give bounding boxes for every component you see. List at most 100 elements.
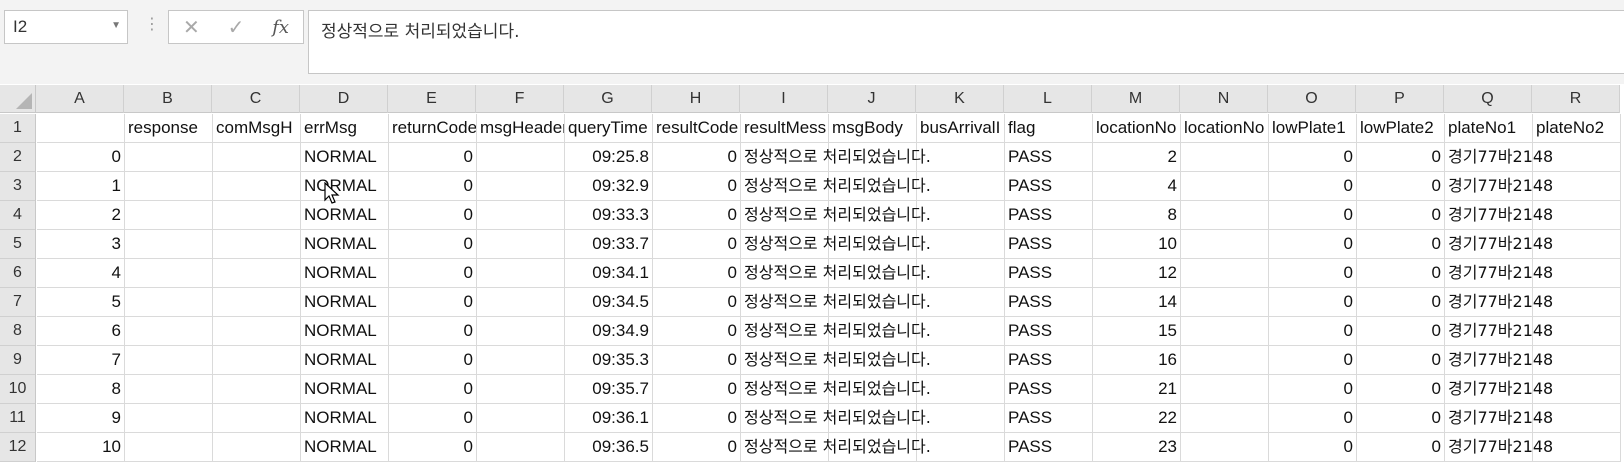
cell-d12[interactable]: NORMAL — [301, 433, 389, 462]
cell-f7[interactable] — [477, 288, 565, 317]
cell-b3[interactable] — [125, 172, 213, 201]
cell-a3[interactable]: 1 — [37, 172, 125, 201]
header-cell[interactable]: queryTime — [565, 114, 653, 143]
cell-d2[interactable]: NORMAL — [301, 143, 389, 172]
cell-e12[interactable]: 0 — [389, 433, 477, 462]
cell-c8[interactable] — [213, 317, 301, 346]
cell-q5[interactable]: 경기77바2148 — [1445, 230, 1553, 259]
cell-f2[interactable] — [477, 143, 565, 172]
cell-p12[interactable]: 0 — [1357, 433, 1445, 462]
cell-p2[interactable]: 0 — [1357, 143, 1445, 172]
header-cell[interactable] — [37, 114, 125, 143]
cell-c5[interactable] — [213, 230, 301, 259]
cell-d8[interactable]: NORMAL — [301, 317, 389, 346]
cell-l3[interactable]: PASS — [1005, 172, 1093, 201]
cell-m6[interactable]: 12 — [1093, 259, 1181, 288]
cell-l11[interactable]: PASS — [1005, 404, 1093, 433]
cell-g10[interactable]: 09:35.7 — [565, 375, 653, 404]
cell-f6[interactable] — [477, 259, 565, 288]
cell-l7[interactable]: PASS — [1005, 288, 1093, 317]
cell-c10[interactable] — [213, 375, 301, 404]
column-header-d[interactable]: D — [300, 85, 388, 113]
cell-l5[interactable]: PASS — [1005, 230, 1093, 259]
cell-f11[interactable] — [477, 404, 565, 433]
cell-e2[interactable]: 0 — [389, 143, 477, 172]
cell-o5[interactable]: 0 — [1269, 230, 1357, 259]
cell-e4[interactable]: 0 — [389, 201, 477, 230]
cell-p6[interactable]: 0 — [1357, 259, 1445, 288]
cell-n4[interactable] — [1181, 201, 1269, 230]
cell-h11[interactable]: 0 — [653, 404, 741, 433]
cell-q8[interactable]: 경기77바2148 — [1445, 317, 1553, 346]
cell-n12[interactable] — [1181, 433, 1269, 462]
more-options-icon[interactable]: ⋮ — [144, 14, 160, 34]
cell-i6[interactable]: 정상적으로 처리되었습니다. — [741, 259, 931, 288]
cell-b7[interactable] — [125, 288, 213, 317]
cell-n3[interactable] — [1181, 172, 1269, 201]
cell-p7[interactable]: 0 — [1357, 288, 1445, 317]
cell-g5[interactable]: 09:33.7 — [565, 230, 653, 259]
column-header-f[interactable]: F — [476, 85, 564, 113]
cell-l9[interactable]: PASS — [1005, 346, 1093, 375]
cell-f9[interactable] — [477, 346, 565, 375]
header-cell[interactable]: errMsg — [301, 114, 389, 143]
cell-h7[interactable]: 0 — [653, 288, 741, 317]
cell-p9[interactable]: 0 — [1357, 346, 1445, 375]
cell-o10[interactable]: 0 — [1269, 375, 1357, 404]
cell-g11[interactable]: 09:36.1 — [565, 404, 653, 433]
cell-i8[interactable]: 정상적으로 처리되었습니다. — [741, 317, 931, 346]
cell-c6[interactable] — [213, 259, 301, 288]
cancel-icon[interactable]: ✕ — [183, 15, 200, 40]
cell-o12[interactable]: 0 — [1269, 433, 1357, 462]
cell-e6[interactable]: 0 — [389, 259, 477, 288]
column-header-g[interactable]: G — [564, 85, 652, 113]
cell-q4[interactable]: 경기77바2148 — [1445, 201, 1553, 230]
cell-i9[interactable]: 정상적으로 처리되었습니다. — [741, 346, 931, 375]
cell-p8[interactable]: 0 — [1357, 317, 1445, 346]
row-header-10[interactable]: 10 — [0, 375, 35, 404]
column-header-h[interactable]: H — [652, 85, 740, 113]
column-header-a[interactable]: A — [36, 85, 124, 113]
cell-a2[interactable]: 0 — [37, 143, 125, 172]
cell-q2[interactable]: 경기77바2148 — [1445, 143, 1553, 172]
cell-a5[interactable]: 3 — [37, 230, 125, 259]
column-header-p[interactable]: P — [1356, 85, 1444, 113]
cell-h3[interactable]: 0 — [653, 172, 741, 201]
enter-icon[interactable]: ✓ — [228, 15, 245, 40]
cell-g2[interactable]: 09:25.8 — [565, 143, 653, 172]
row-header-5[interactable]: 5 — [0, 230, 35, 259]
cell-f3[interactable] — [477, 172, 565, 201]
select-all-button[interactable] — [0, 85, 36, 113]
cell-l4[interactable]: PASS — [1005, 201, 1093, 230]
cell-o11[interactable]: 0 — [1269, 404, 1357, 433]
cell-l12[interactable]: PASS — [1005, 433, 1093, 462]
cell-f4[interactable] — [477, 201, 565, 230]
cell-m3[interactable]: 4 — [1093, 172, 1181, 201]
cell-n2[interactable] — [1181, 143, 1269, 172]
cell-m2[interactable]: 2 — [1093, 143, 1181, 172]
row-header-6[interactable]: 6 — [0, 259, 35, 288]
cell-m7[interactable]: 14 — [1093, 288, 1181, 317]
cell-f10[interactable] — [477, 375, 565, 404]
header-cell[interactable]: resultCode — [653, 114, 741, 143]
cell-m11[interactable]: 22 — [1093, 404, 1181, 433]
header-cell[interactable]: resultMess — [741, 114, 829, 143]
cell-p11[interactable]: 0 — [1357, 404, 1445, 433]
cell-p5[interactable]: 0 — [1357, 230, 1445, 259]
cell-a9[interactable]: 7 — [37, 346, 125, 375]
cell-q7[interactable]: 경기77바2148 — [1445, 288, 1553, 317]
cell-g9[interactable]: 09:35.3 — [565, 346, 653, 375]
cell-m4[interactable]: 8 — [1093, 201, 1181, 230]
column-header-b[interactable]: B — [124, 85, 212, 113]
cell-h9[interactable]: 0 — [653, 346, 741, 375]
cell-a11[interactable]: 9 — [37, 404, 125, 433]
cell-f12[interactable] — [477, 433, 565, 462]
column-header-r[interactable]: R — [1532, 85, 1620, 113]
name-box[interactable]: I2 ▼ — [4, 10, 128, 44]
cell-a10[interactable]: 8 — [37, 375, 125, 404]
cell-d11[interactable]: NORMAL — [301, 404, 389, 433]
column-header-l[interactable]: L — [1004, 85, 1092, 113]
cell-b8[interactable] — [125, 317, 213, 346]
row-header-12[interactable]: 12 — [0, 433, 35, 462]
column-header-n[interactable]: N — [1180, 85, 1268, 113]
